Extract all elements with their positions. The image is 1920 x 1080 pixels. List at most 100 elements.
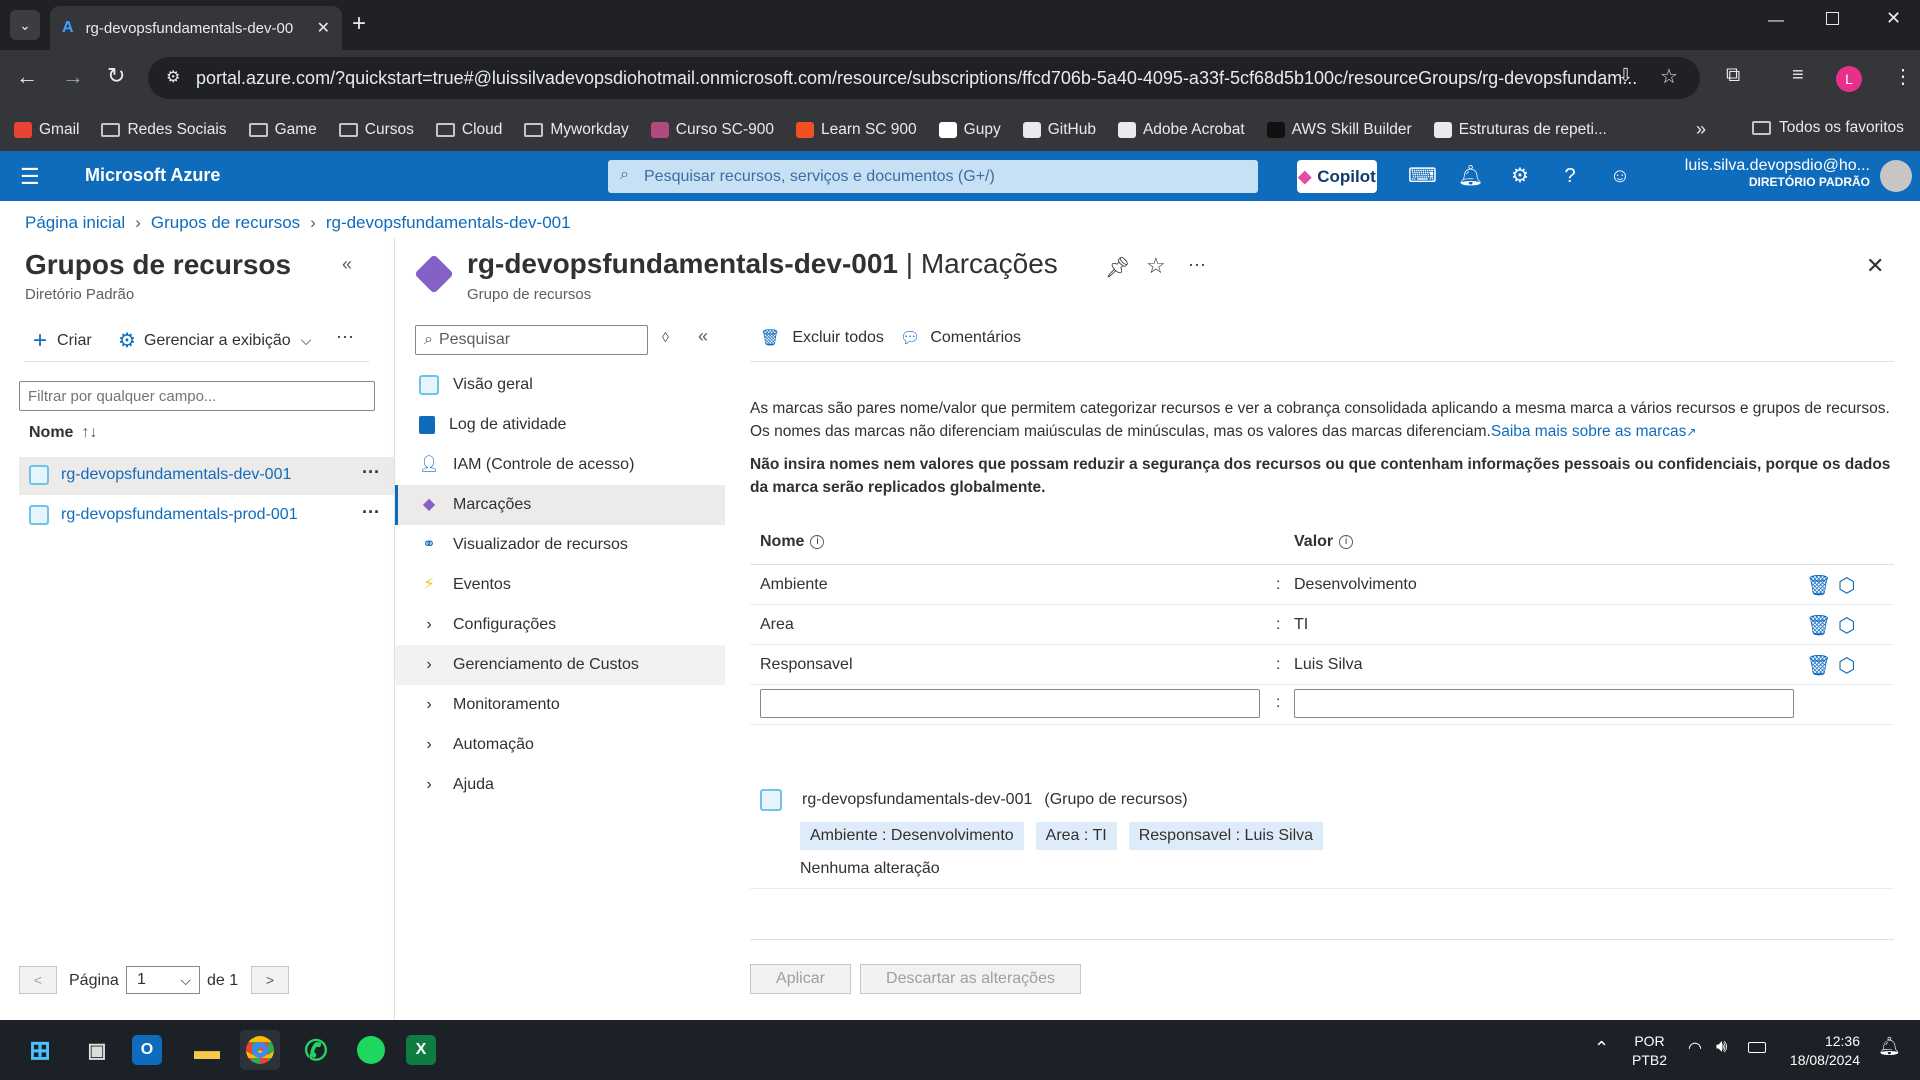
create-button[interactable]: + Criar <box>33 327 92 355</box>
delete-all-button[interactable]: 🗑︎ Excluir todos <box>760 328 884 348</box>
bookmark-item[interactable]: GitHub <box>1022 121 1096 139</box>
menu-item-overview[interactable]: Visão geral <box>395 365 725 405</box>
close-blade-icon[interactable]: ✕ <box>1866 253 1884 279</box>
all-bookmarks[interactable]: Todos os favoritos <box>1752 119 1904 137</box>
close-window-button[interactable]: ✕ <box>1886 8 1901 29</box>
menu-item-cost-management[interactable]: › Gerenciamento de Custos <box>395 645 725 685</box>
collapse-menu-icon[interactable]: « <box>698 326 708 347</box>
bookmark-item[interactable]: Gmail <box>14 121 79 139</box>
wifi-icon[interactable]: ◠ <box>1688 1038 1702 1058</box>
chrome-icon[interactable] <box>240 1030 280 1070</box>
media-icon[interactable]: ≡ <box>1792 64 1804 87</box>
file-explorer-icon[interactable]: ▬ <box>187 1030 227 1070</box>
browser-tab-active[interactable]: A rg-devopsfundamentals-dev-00 ✕ <box>50 6 342 50</box>
delete-tag-icon[interactable]: 🗑︎ <box>1806 573 1831 598</box>
info-icon[interactable]: i <box>810 535 825 549</box>
cube-icon[interactable]: ⬡ <box>1838 613 1855 638</box>
extensions-icon[interactable]: ⧉ <box>1726 64 1740 87</box>
user-avatar[interactable] <box>1880 160 1912 192</box>
spotify-icon[interactable] <box>351 1030 391 1070</box>
global-search-input[interactable]: ⌕ Pesquisar recursos, serviços e documen… <box>608 160 1258 193</box>
tag-value[interactable]: Desenvolvimento <box>1294 576 1417 594</box>
menu-item-settings[interactable]: › Configurações <box>395 605 725 645</box>
show-hidden-icons[interactable]: ⌃ <box>1594 1038 1609 1059</box>
settings-gear-icon[interactable]: ⚙ <box>1508 164 1532 188</box>
windows-start-icon[interactable]: ⊞ <box>20 1030 60 1070</box>
site-info-icon[interactable]: ⚙ <box>166 67 180 87</box>
back-icon[interactable]: ← <box>16 64 38 90</box>
tab-search-button[interactable]: ⌄ <box>10 10 40 40</box>
bookmark-item[interactable]: Estruturas de repeti... <box>1433 121 1607 139</box>
expand-collapse-icon[interactable]: ◊ <box>662 329 669 345</box>
bookmark-item[interactable]: Curso SC-900 <box>650 121 774 139</box>
bookmark-item[interactable]: Game <box>248 121 317 139</box>
bookmark-star-icon[interactable]: ☆ <box>1660 64 1678 89</box>
tag-name[interactable]: Responsavel <box>760 656 853 674</box>
menu-item-automation[interactable]: › Automação <box>395 725 725 765</box>
filter-input[interactable] <box>19 381 375 411</box>
row-more-icon[interactable]: ··· <box>362 462 380 483</box>
user-account[interactable]: luis.silva.devopsdio@ho... DIRETÓRIO PAD… <box>1660 157 1870 189</box>
menu-item-tags[interactable]: ◆ Marcações <box>395 485 725 525</box>
page-select[interactable]: 1 ⌵ <box>126 966 200 994</box>
breadcrumb-current[interactable]: rg-devopsfundamentals-dev-001 <box>326 213 571 233</box>
tab-close-icon[interactable]: ✕ <box>317 18 330 38</box>
chrome-menu-icon[interactable]: ⋮ <box>1893 64 1913 89</box>
delete-tag-icon[interactable]: 🗑︎ <box>1806 653 1831 678</box>
menu-item-resource-visualizer[interactable]: ⚭ Visualizador de recursos <box>395 525 725 565</box>
more-bookmarks-icon[interactable]: » <box>1696 119 1706 140</box>
info-icon[interactable]: i <box>1339 535 1354 549</box>
new-tab-button[interactable]: + <box>352 10 366 38</box>
notification-bell-icon[interactable]: 🔔︎ <box>1878 1036 1901 1057</box>
breadcrumb-home[interactable]: Página inicial <box>25 213 125 233</box>
tag-value[interactable]: Luis Silva <box>1294 656 1362 674</box>
address-bar[interactable]: ⚙ portal.azure.com/?quickstart=true#@lui… <box>148 57 1700 99</box>
collapse-pane-icon[interactable]: « <box>342 254 352 275</box>
menu-item-iam[interactable]: 👤︎ IAM (Controle de acesso) <box>395 445 725 485</box>
menu-item-events[interactable]: ⚡︎ Eventos <box>395 565 725 605</box>
new-tag-name-input[interactable] <box>760 689 1260 718</box>
favorite-star-icon[interactable]: ☆ <box>1146 253 1166 279</box>
tag-name[interactable]: Ambiente <box>760 576 828 594</box>
hamburger-menu-icon[interactable]: ☰ <box>20 164 40 190</box>
volume-icon[interactable]: 🔊︎ <box>1716 1036 1727 1057</box>
menu-search-input[interactable]: ⌕ Pesquisar <box>415 325 648 355</box>
minimize-button[interactable]: — <box>1768 12 1784 30</box>
learn-more-link[interactable]: Saiba mais sobre as marcas <box>1491 423 1687 440</box>
bookmark-item[interactable]: Gupy <box>938 121 1001 139</box>
list-item[interactable]: rg-devopsfundamentals-dev-001 <box>29 465 291 485</box>
more-options-icon[interactable]: ··· <box>336 326 354 347</box>
bookmark-item[interactable]: Learn SC 900 <box>796 121 917 139</box>
forward-icon[interactable]: → <box>62 64 84 90</box>
azure-brand[interactable]: Microsoft Azure <box>85 165 220 186</box>
excel-icon[interactable]: X <box>406 1035 436 1065</box>
profile-avatar[interactable]: L <box>1836 66 1862 92</box>
install-icon[interactable]: ⇩ <box>1618 65 1633 86</box>
list-item[interactable]: rg-devopsfundamentals-prod-001 <box>29 505 298 525</box>
outlook-icon[interactable]: O <box>132 1035 162 1065</box>
discard-changes-button[interactable]: Descartar as alterações <box>860 964 1081 994</box>
tag-name[interactable]: Area <box>760 616 794 634</box>
tag-value[interactable]: TI <box>1294 616 1308 634</box>
next-page-button[interactable]: > <box>251 966 289 994</box>
notifications-icon[interactable]: 🔔︎ <box>1458 164 1483 188</box>
more-options-icon[interactable]: ··· <box>1188 254 1206 275</box>
delete-tag-icon[interactable]: 🗑︎ <box>1806 613 1831 638</box>
clock[interactable]: 12:36 18/08/2024 <box>1780 1032 1860 1070</box>
menu-item-monitoring[interactable]: › Monitoramento <box>395 685 725 725</box>
cube-icon[interactable]: ⬡ <box>1838 573 1855 598</box>
prev-page-button[interactable]: < <box>19 966 57 994</box>
bookmark-item[interactable]: Redes Sociais <box>101 121 227 139</box>
copilot-button[interactable]: ◆ Copilot <box>1297 160 1377 193</box>
bookmark-item[interactable]: AWS Skill Builder <box>1266 121 1412 139</box>
cloud-shell-icon[interactable]: ⌨ <box>1408 164 1437 188</box>
bookmark-item[interactable]: Adobe Acrobat <box>1117 121 1245 139</box>
apply-button[interactable]: Aplicar <box>750 964 851 994</box>
name-column-header[interactable]: Nome ↑↓ <box>29 424 97 442</box>
bookmark-item[interactable]: Cloud <box>435 121 502 139</box>
feedback-icon[interactable]: ☺ <box>1608 164 1632 188</box>
reload-icon[interactable]: ↻ <box>107 63 125 89</box>
task-view-icon[interactable]: ▣ <box>77 1030 117 1070</box>
pin-icon[interactable]: 📌︎ <box>1105 255 1130 280</box>
menu-item-activity-log[interactable]: Log de atividade <box>395 405 725 445</box>
